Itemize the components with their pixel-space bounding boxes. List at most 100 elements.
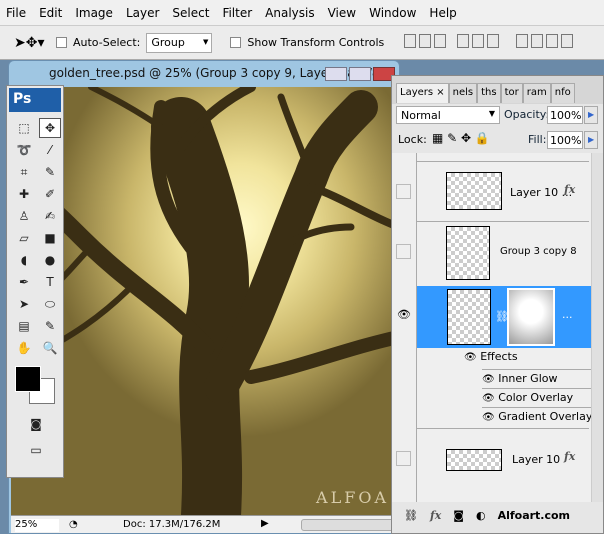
effect-name: Inner Glow <box>498 372 558 385</box>
eyedropper-icon[interactable]: ✎ <box>39 162 61 182</box>
options-bar: ➤✥▾ Auto-Select: Group Show Transform Co… <box>0 26 604 60</box>
visibility-toggle[interactable] <box>396 451 411 466</box>
blur-tool-icon[interactable]: ◖ <box>13 250 35 270</box>
menu-filter[interactable]: Filter <box>222 6 252 20</box>
ps-logo: Ps <box>9 88 61 112</box>
layers-scrollbar[interactable] <box>591 153 603 502</box>
watermark: ALFOA <box>316 488 389 507</box>
pen-tool-icon[interactable]: ✒ <box>13 272 35 292</box>
fx-icon[interactable]: fx <box>564 183 575 196</box>
layer-mask-thumbnail[interactable] <box>507 288 555 346</box>
eye-icon[interactable]: 👁 <box>482 412 495 423</box>
tree-image <box>12 87 399 515</box>
tab-channels[interactable]: nels <box>448 83 478 103</box>
dodge-tool-icon[interactable]: ● <box>39 250 61 270</box>
lasso-tool-icon[interactable]: ➰ <box>13 140 35 160</box>
foreground-color[interactable] <box>15 366 41 392</box>
panel-footer: ⛓ fx ◙ ◐ Alfoart.com <box>392 504 603 526</box>
image-canvas[interactable]: ALFOA <box>11 87 399 515</box>
maximize-button[interactable] <box>349 67 371 81</box>
opacity-field[interactable]: 100% <box>547 106 583 124</box>
tab-histogram[interactable]: ram <box>522 83 551 103</box>
link-layers-icon[interactable]: ⛓ <box>404 509 418 522</box>
history-brush-icon[interactable]: ✍ <box>39 206 61 226</box>
minimize-button[interactable] <box>325 67 347 81</box>
effects-row[interactable]: 👁 Effects <box>464 350 518 363</box>
effect-name: Color Overlay <box>498 391 574 404</box>
eye-icon[interactable]: 👁 <box>482 374 495 385</box>
add-style-icon[interactable]: fx <box>430 509 441 522</box>
layer-row-selected[interactable]: 👁 ⛓ ... <box>397 286 603 348</box>
quick-mask-icon[interactable]: ◙ <box>25 414 47 434</box>
auto-select-checkbox[interactable] <box>56 37 67 48</box>
menu-help[interactable]: Help <box>429 6 456 20</box>
tab-layers-label: Layers <box>400 87 434 98</box>
layer-row[interactable]: Layer 10 ... fx <box>396 161 589 221</box>
blend-mode-dropdown[interactable]: Normal ▼ <box>396 106 500 124</box>
tab-layers[interactable]: Layers × <box>396 83 449 103</box>
menu-edit[interactable]: Edit <box>39 6 62 20</box>
show-transform-label: Show Transform Controls <box>247 36 385 49</box>
marquee-tool-icon[interactable]: ⬚ <box>13 118 35 138</box>
menu-window[interactable]: Window <box>369 6 416 20</box>
tab-navigator[interactable]: tor <box>500 83 523 103</box>
visibility-toggle[interactable] <box>396 244 411 259</box>
menu-layer[interactable]: Layer <box>126 6 159 20</box>
menu-file[interactable]: File <box>6 6 26 20</box>
screen-mode-icon[interactable]: ▭ <box>25 440 47 460</box>
clone-stamp-icon[interactable]: ♙ <box>13 206 35 226</box>
zoom-field[interactable]: 25% <box>15 519 59 532</box>
blend-mode-value: Normal <box>401 109 441 122</box>
eye-icon[interactable]: 👁 <box>464 352 477 363</box>
move-tool-icon[interactable]: ✥ <box>39 118 61 138</box>
add-mask-icon[interactable]: ◙ <box>453 509 464 522</box>
opacity-slider-button[interactable]: ▶ <box>584 106 598 124</box>
hand-tool-icon[interactable]: ✋ <box>13 338 35 358</box>
horizontal-scrollbar[interactable] <box>301 519 397 531</box>
effects-label: Effects <box>480 350 518 363</box>
layers-panel: Layers × nels ths tor ram nfo Normal ▼ Opacity… <box>391 75 604 534</box>
eye-icon[interactable]: 👁 <box>482 393 495 404</box>
path-selection-icon[interactable]: ➤ <box>13 294 35 314</box>
menu-view[interactable]: View <box>328 6 356 20</box>
eyedropper-2-icon[interactable]: ✎ <box>39 316 61 336</box>
tab-paths[interactable]: ths <box>477 83 501 103</box>
layer-row[interactable]: Layer 10 fx <box>396 428 589 490</box>
fill-field[interactable]: 100% <box>547 131 583 149</box>
eye-icon[interactable]: 👁 <box>397 308 411 321</box>
gradient-tool-icon[interactable]: ■ <box>39 228 61 248</box>
menu-select[interactable]: Select <box>172 6 209 20</box>
status-menu-icon[interactable]: ◔ <box>69 519 78 530</box>
zoom-tool-icon[interactable]: 🔍 <box>39 338 61 358</box>
eraser-icon[interactable]: ▱ <box>13 228 35 248</box>
opacity-label: Opacity: <box>504 108 550 121</box>
footer-watermark: Alfoart.com <box>497 508 571 522</box>
show-transform-checkbox[interactable] <box>230 37 242 48</box>
layer-row[interactable]: Group 3 copy 8 <box>396 221 589 283</box>
move-tool-icon[interactable]: ➤✥▾ <box>14 35 50 51</box>
fill-slider-button[interactable]: ▶ <box>584 131 598 149</box>
effect-row[interactable]: 👁 Color Overlay <box>482 388 603 404</box>
effect-row[interactable]: 👁 Inner Glow <box>482 369 603 385</box>
lock-icons[interactable]: ▦ ✎ ✥ 🔒 <box>432 131 490 145</box>
magic-wand-icon[interactable]: ⁄ <box>39 140 61 160</box>
effect-row[interactable]: 👁 Gradient Overlay <box>482 407 603 423</box>
healing-brush-icon[interactable]: ✚ <box>13 184 35 204</box>
crop-tool-icon[interactable]: ⌗ <box>13 162 35 182</box>
brush-tool-icon[interactable]: ✐ <box>39 184 61 204</box>
fx-icon[interactable]: fx <box>564 450 575 463</box>
fill-label: Fill: <box>528 133 547 146</box>
menu-analysis[interactable]: Analysis <box>265 6 314 20</box>
shape-tool-icon[interactable]: ⬭ <box>39 294 61 314</box>
align-buttons[interactable] <box>404 34 576 51</box>
status-arrow-icon[interactable]: ▶ <box>261 518 269 529</box>
adjustment-layer-icon[interactable]: ◐ <box>476 509 486 522</box>
auto-select-dropdown[interactable]: Group <box>146 32 213 53</box>
tab-info[interactable]: nfo <box>550 83 575 103</box>
menu-image[interactable]: Image <box>75 6 113 20</box>
type-tool-icon[interactable]: T <box>39 272 61 292</box>
visibility-toggle[interactable] <box>396 184 411 199</box>
notes-tool-icon[interactable]: ▤ <box>13 316 35 336</box>
layer-thumbnail <box>446 449 502 471</box>
color-swatches[interactable] <box>13 366 57 410</box>
